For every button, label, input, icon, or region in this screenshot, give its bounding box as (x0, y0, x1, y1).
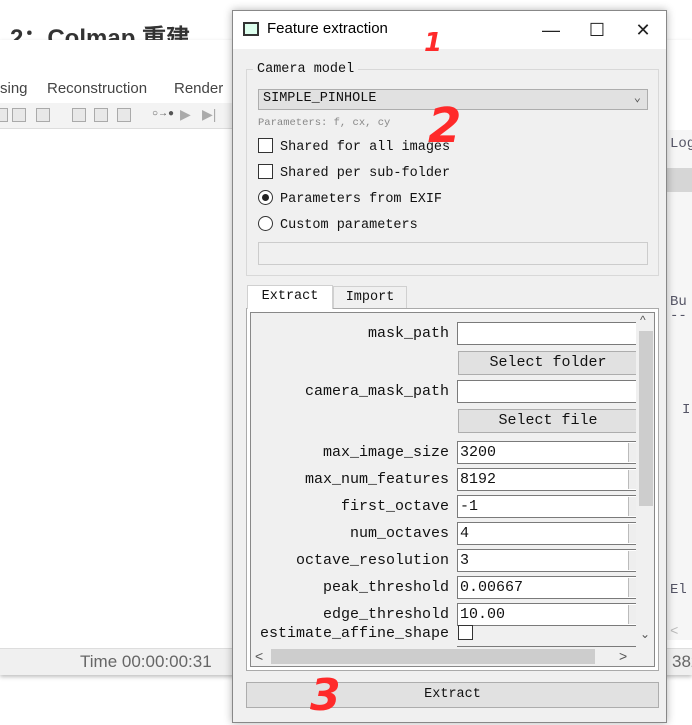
grid-icon[interactable] (94, 108, 108, 122)
toolbar: ○→● ▶ ▶| (0, 103, 240, 129)
group-label: Camera model (253, 62, 359, 77)
menu-processing[interactable]: sing (0, 80, 28, 97)
estimate-affine-shape-label: estimate_affine_shape (259, 625, 449, 642)
log-panel: Log Bu -- I El < (666, 130, 692, 640)
max-num-features-value: 8192 (460, 471, 497, 488)
spin-arrows-icon[interactable] (628, 470, 636, 489)
spin-arrows-icon[interactable] (628, 524, 636, 543)
first-octave-spinbox[interactable]: -1 (457, 495, 637, 518)
first-octave-label: first_octave (340, 498, 449, 515)
vertical-scroll-thumb[interactable] (639, 331, 653, 506)
minimize-button[interactable]: — (528, 11, 574, 49)
peak-threshold-label: peak_threshold (322, 579, 449, 596)
log-tab[interactable]: Log (670, 136, 692, 152)
max-image-size-value: 3200 (460, 444, 497, 461)
num-octaves-spinbox[interactable]: 4 (457, 522, 637, 545)
app-icon (243, 22, 259, 36)
maximize-button[interactable]: ☐ (574, 11, 620, 49)
edge-threshold-value: 10.00 (460, 606, 506, 623)
annotation-2: 2 (428, 98, 462, 154)
spin-arrows-icon[interactable] (628, 578, 636, 597)
log-scroll-left[interactable]: < (670, 624, 678, 640)
option-label: Custom parameters (280, 218, 418, 233)
tab-import[interactable]: Import (333, 286, 407, 309)
camera-mask-path-label: camera_mask_path (304, 383, 449, 400)
estimate-affine-shape-checkbox[interactable] (458, 625, 473, 640)
annotation-3: 3 (310, 670, 341, 721)
max-image-size-label: max_image_size (322, 444, 449, 461)
log-header-bar (666, 168, 692, 192)
log-line: -- (670, 308, 687, 324)
dialog-title: Feature extraction (267, 20, 388, 37)
octave-resolution-spinbox[interactable]: 3 (457, 549, 637, 572)
octave-resolution-value: 3 (460, 552, 470, 569)
option-label: Shared per sub-folder (280, 166, 451, 181)
num-octaves-label: num_octaves (349, 525, 449, 542)
camera-mask-path-input[interactable] (457, 380, 637, 403)
first-octave-value: -1 (460, 498, 479, 515)
toolbar-button-icon[interactable] (12, 108, 26, 122)
toolbar-button-icon[interactable] (0, 108, 8, 122)
extract-button[interactable]: Extract (246, 682, 659, 708)
toolbar-button-icon[interactable] (72, 108, 86, 122)
next-icon[interactable]: ▶| (202, 106, 216, 123)
scroll-right-icon[interactable]: > (619, 648, 627, 664)
step-icon[interactable]: ○→● (152, 108, 174, 119)
custom-params-radio[interactable]: Custom parameters (258, 216, 418, 233)
select-folder-button[interactable]: Select folder (458, 351, 638, 375)
params-hint: Parameters: f, cx, cy (258, 117, 391, 129)
max-num-features-label: max_num_features (304, 471, 449, 488)
max-image-size-spinbox[interactable]: 3200 (457, 441, 637, 464)
status-time: Time 00:00:00:31 (80, 652, 212, 671)
spin-arrows-icon[interactable] (628, 443, 636, 462)
edge-threshold-spinbox[interactable]: 10.00 (457, 603, 637, 626)
custom-params-input[interactable] (258, 242, 648, 265)
status-count: 382 (672, 652, 692, 671)
checkbox-icon (258, 164, 273, 179)
radio-icon (258, 216, 273, 231)
toolbar-button-icon[interactable] (36, 108, 50, 122)
option-label: Shared for all images (280, 140, 451, 155)
params-from-exif-radio[interactable]: Parameters from EXIF (258, 190, 442, 207)
menu-reconstruction[interactable]: Reconstruction (47, 80, 147, 97)
table-icon[interactable] (117, 108, 131, 122)
close-button[interactable]: ✕ (620, 11, 666, 49)
log-line: I (682, 402, 691, 418)
scroll-up-icon[interactable]: ^ (640, 313, 646, 327)
vertical-scrollbar[interactable]: ^ ⌄ (636, 313, 654, 647)
peak-threshold-value: 0.00667 (460, 579, 524, 596)
scroll-left-icon[interactable]: < (255, 648, 263, 664)
options-scroll-area: mask_path Select folder camera_mask_path… (250, 312, 655, 667)
radio-selected-icon (258, 190, 273, 205)
octave-resolution-label: octave_resolution (295, 552, 449, 569)
max-num-features-spinbox[interactable]: 8192 (457, 468, 637, 491)
selected-value: SIMPLE_PINHOLE (263, 91, 377, 106)
edge-threshold-label: edge_threshold (322, 606, 449, 623)
spin-arrows-icon[interactable] (628, 605, 636, 624)
select-file-button[interactable]: Select file (458, 409, 638, 433)
play-icon[interactable]: ▶ (180, 106, 191, 123)
chevron-down-icon: ⌄ (633, 91, 641, 105)
checkbox-icon (258, 138, 273, 153)
title-bar: Feature extraction — ☐ ✕ (233, 11, 666, 49)
option-label: Parameters from EXIF (280, 192, 443, 207)
mask-path-input[interactable] (457, 322, 637, 345)
annotation-1: 1 (424, 28, 443, 58)
scroll-down-icon[interactable]: ⌄ (640, 627, 650, 641)
num-octaves-value: 4 (460, 525, 470, 542)
tab-extract[interactable]: Extract (247, 285, 333, 309)
horizontal-scrollbar[interactable]: < > (251, 647, 636, 666)
extract-tab-panel: mask_path Select folder camera_mask_path… (246, 308, 659, 671)
menu-render[interactable]: Render (174, 80, 223, 97)
peak-threshold-spinbox[interactable]: 0.00667 (457, 576, 637, 599)
shared-all-images-checkbox[interactable]: Shared for all images (258, 138, 450, 155)
spin-arrows-icon[interactable] (628, 551, 636, 570)
mask-path-label: mask_path (367, 325, 449, 342)
shared-per-subfolder-checkbox[interactable]: Shared per sub-folder (258, 164, 450, 181)
log-line: El (670, 582, 687, 598)
spin-arrows-icon[interactable] (628, 497, 636, 516)
horizontal-scroll-thumb[interactable] (271, 649, 595, 664)
